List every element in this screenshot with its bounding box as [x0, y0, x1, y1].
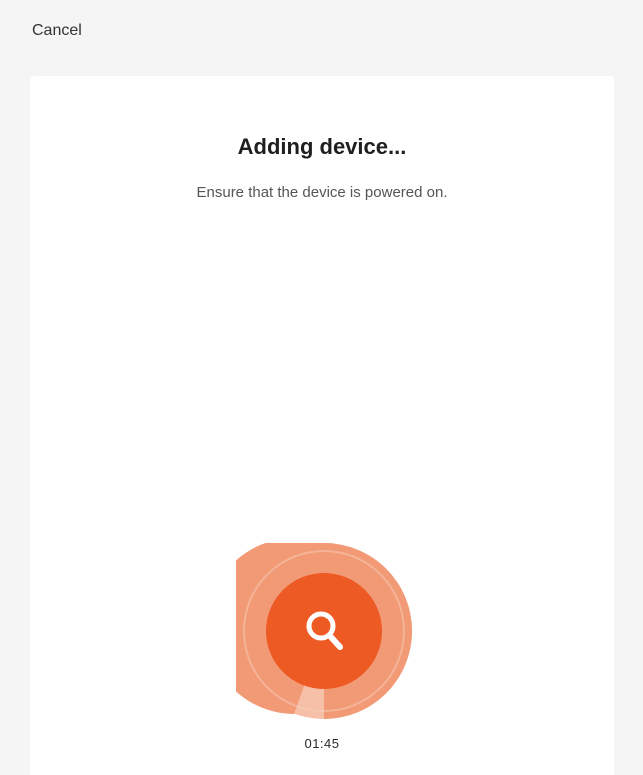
progress-ring [236, 543, 412, 719]
content-card: Adding device... Ensure that the device … [30, 76, 614, 775]
cancel-button[interactable]: Cancel [32, 22, 82, 40]
search-icon [306, 611, 343, 650]
add-device-screen: Cancel Adding device... Ensure that the … [0, 0, 643, 775]
countdown-timer: 01:45 [304, 736, 340, 751]
top-bar: Cancel [0, 0, 643, 70]
search-button[interactable] [266, 573, 382, 689]
page-title: Adding device... [237, 134, 407, 159]
instruction-text: Ensure that the device is powered on. [196, 184, 448, 201]
